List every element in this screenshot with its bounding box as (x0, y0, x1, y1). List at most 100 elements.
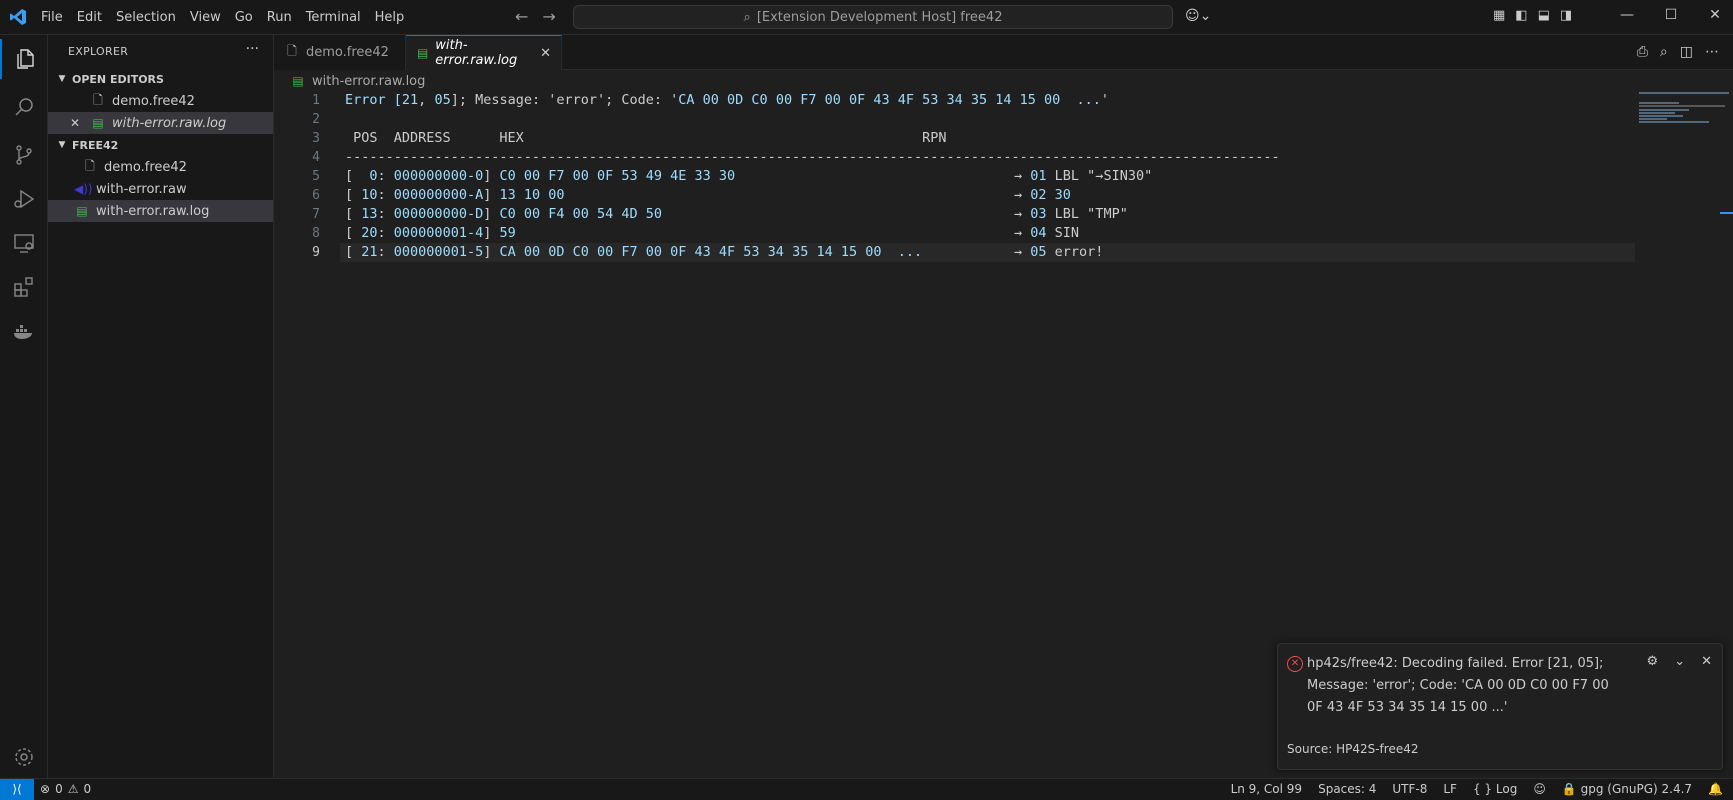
indentation[interactable]: Spaces: 4 (1318, 782, 1376, 796)
menu-terminal[interactable]: Terminal (299, 10, 368, 25)
menu-selection[interactable]: Selection (109, 10, 183, 25)
open-editor-label: demo.free42 (112, 93, 195, 109)
menu-view[interactable]: View (183, 10, 228, 25)
editor-tabs: 🗋 demo.free42 ▤ with-error.raw.log ✕ ⎙ ⌕… (274, 35, 1733, 70)
toggle-secondary-sidebar-icon[interactable]: ◨ (1560, 8, 1572, 23)
tab-with-error-log[interactable]: ▤ with-error.raw.log ✕ (406, 35, 562, 70)
close-tab-icon[interactable]: ✕ (540, 46, 551, 61)
token: ]; Message: 'error'; Code: ' (450, 92, 679, 108)
row-hex: C0 00 F7 00 0F 53 49 4E 33 30 (499, 168, 736, 184)
file-item[interactable]: 🗋 demo.free42 (48, 156, 273, 178)
line-number: 1 (312, 93, 320, 108)
menu-run[interactable]: Run (260, 10, 299, 25)
menu-edit[interactable]: Edit (70, 10, 109, 25)
search-icon: ⌕ (743, 9, 751, 25)
file-label: with-error.raw (96, 181, 187, 197)
cursor-position[interactable]: Ln 9, Col 99 (1231, 782, 1303, 796)
row-address: 000000000-D (393, 206, 484, 222)
minimap-line (1639, 121, 1709, 123)
file-item-selected[interactable]: ▤ with-error.raw.log (48, 200, 273, 222)
copilot-status-icon[interactable]: ☺ (1533, 782, 1546, 796)
code-rpn: → 04 SIN (1014, 225, 1080, 241)
back-arrow-icon[interactable]: ← (515, 7, 528, 26)
line-number: 8 (312, 226, 320, 241)
gpg-status[interactable]: 🔒 gpg (GnuPG) 2.4.7 (1562, 782, 1692, 796)
code-line-1: Error [21, 05]; Message: 'error'; Code: … (345, 91, 1109, 110)
close-icon[interactable]: ✕ (1701, 654, 1712, 669)
toggle-panel-icon[interactable]: ⬓ (1538, 8, 1550, 23)
open-editor-item-active[interactable]: ✕ ▤ with-error.raw.log (48, 112, 273, 134)
vscode-logo-icon (9, 8, 29, 28)
language-mode[interactable]: { } Log (1473, 782, 1517, 796)
toggle-sidebar-icon[interactable]: ◧ (1515, 8, 1527, 23)
token: ' (1100, 92, 1110, 108)
print-icon[interactable]: ⎙ (1637, 44, 1648, 60)
encoding[interactable]: UTF-8 (1392, 782, 1427, 796)
token: , (418, 92, 435, 108)
run-debug-icon[interactable] (0, 179, 48, 219)
row-hex: 13 10 00 (499, 187, 565, 203)
menu-file[interactable]: File (34, 10, 70, 25)
maximize-icon[interactable]: ☐ (1649, 7, 1693, 23)
scrollbar-cursor-marker (1720, 212, 1733, 214)
error-icon: ✕ (1287, 656, 1303, 672)
minimap[interactable] (1639, 90, 1729, 150)
row-address: 000000001-5 (393, 244, 484, 260)
close-icon[interactable]: ✕ (70, 116, 84, 130)
error-icon: ⊗ (40, 782, 51, 796)
token: 05 (434, 92, 451, 108)
search-icon[interactable] (0, 87, 48, 127)
row-pos: 10 (353, 187, 378, 203)
forward-arrow-icon[interactable]: → (542, 7, 555, 26)
minimize-icon[interactable]: — (1605, 7, 1649, 23)
close-window-icon[interactable]: ✕ (1693, 7, 1733, 23)
breadcrumb[interactable]: ▤ with-error.raw.log (290, 72, 425, 90)
file-item[interactable]: ◀)) with-error.raw (48, 178, 273, 200)
code-line-4: ----------------------------------------… (345, 149, 1280, 165)
split-editor-icon[interactable]: ◫ (1680, 44, 1693, 60)
chevron-down-icon[interactable]: ⌄ (1674, 654, 1685, 669)
menu-go[interactable]: Go (228, 10, 260, 25)
extensions-icon[interactable] (0, 267, 48, 307)
open-preview-icon[interactable]: ⌕ (1660, 44, 1668, 60)
code-row: [ 13: 000000000-D] C0 00 F4 00 54 4D 50 (345, 206, 663, 222)
row-pos: 0 (353, 168, 378, 184)
tab-label: demo.free42 (306, 45, 389, 60)
notifications-bell-icon[interactable]: 🔔 (1708, 782, 1723, 796)
open-editors-section[interactable]: ▼ OPEN EDITORS (48, 68, 273, 90)
source-control-icon[interactable] (0, 135, 48, 175)
command-center[interactable]: ⌕ [Extension Development Host] free42 (573, 5, 1173, 29)
rpn-num: 04 (1030, 225, 1047, 241)
rpn-text: error! (1054, 244, 1104, 260)
menu-help[interactable]: Help (368, 10, 412, 25)
problems-indicator[interactable]: ⊗ 0 ⚠ 0 (40, 782, 91, 796)
gear-icon[interactable]: ⚙ (1647, 654, 1659, 669)
token: Error [ (345, 92, 402, 108)
explorer-icon[interactable] (0, 39, 48, 79)
end-of-line[interactable]: LF (1443, 782, 1457, 796)
code-rpn: → 01 LBL "→SIN30" (1014, 168, 1153, 184)
line-number: 7 (312, 207, 320, 222)
copilot-icon[interactable]: ☺⌄ (1185, 8, 1211, 24)
code-rpn: → 03 LBL "TMP" (1014, 206, 1128, 222)
code-row: [ 10: 000000000-A] 13 10 00 (345, 187, 565, 203)
log-file-icon: ▤ (76, 204, 88, 218)
more-actions-icon[interactable]: ··· (246, 41, 259, 57)
gpg-label: gpg (GnuPG) 2.4.7 (1580, 782, 1693, 796)
notification-message: hp42s/free42: Decoding failed. Error [21… (1307, 656, 1609, 715)
remote-explorer-icon[interactable] (0, 223, 48, 263)
open-editor-item[interactable]: 🗋 demo.free42 (48, 90, 273, 112)
remote-indicator-icon[interactable]: ⟩⟨ (0, 779, 34, 800)
token: 21 (401, 92, 419, 108)
tab-demo[interactable]: 🗋 demo.free42 (274, 35, 406, 70)
row-address: 000000000-0 (393, 168, 484, 184)
more-actions-icon[interactable]: ⋯ (1705, 44, 1719, 60)
customize-layout-icon[interactable]: ▦ (1493, 8, 1505, 23)
rpn-text: SIN (1054, 225, 1080, 241)
settings-gear-icon[interactable] (0, 737, 48, 777)
folder-section[interactable]: ▼ FREE42 (48, 134, 273, 156)
line-number: 9 (312, 245, 320, 260)
file-icon: 🗋 (93, 92, 103, 107)
line-number: 5 (312, 169, 320, 184)
docker-icon[interactable] (0, 311, 48, 351)
